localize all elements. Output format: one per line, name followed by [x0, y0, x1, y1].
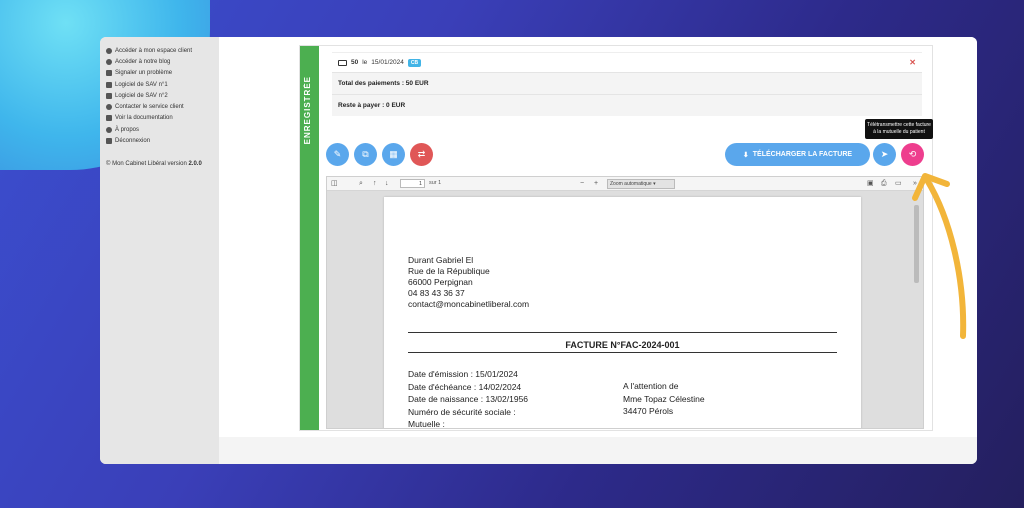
payment-line: 50 le 15/01/2024 CB ✕: [332, 52, 922, 72]
divider: [408, 332, 837, 333]
book-icon: [106, 115, 112, 122]
payment-method-badge: CB: [407, 58, 422, 67]
sidebar-toggle-icon[interactable]: ◫: [331, 179, 338, 188]
edit-button[interactable]: ✎: [326, 143, 349, 166]
sidebar-item-logout[interactable]: Déconnexion: [106, 135, 213, 146]
main-content: ENREGISTRÉE 50 le 15/01/2024 CB ✕ Total …: [219, 37, 977, 437]
invoice-title: FACTURE N°FAC-2024-001: [565, 340, 680, 350]
retweet-icon: ⟲: [908, 149, 917, 159]
bank-icon: ▦: [389, 149, 398, 159]
sidebar: Accéder à mon espace client Accéder à no…: [100, 37, 219, 464]
sidebar-item-about[interactable]: À propos: [106, 124, 213, 135]
sidebar-item-blog[interactable]: Accéder à notre blog: [106, 56, 213, 67]
open-external-button[interactable]: ⧉: [354, 143, 377, 166]
book-icon: [106, 81, 112, 88]
annotation-arrow: [912, 173, 967, 339]
total-paid: Total des paiements : 50 EUR: [332, 72, 922, 94]
transfer-button[interactable]: ⇄: [410, 143, 433, 166]
page-number-input[interactable]: 1: [400, 179, 425, 188]
previous-page-icon[interactable]: ↑: [373, 179, 377, 188]
sidebar-item-contact[interactable]: Contacter le service client: [106, 101, 213, 112]
download-icon: ⬇: [742, 151, 749, 159]
remaining-to-pay: Reste à payer : 0 EUR: [332, 94, 922, 116]
headset-icon: [106, 104, 112, 111]
delete-payment-icon[interactable]: ✕: [909, 58, 916, 67]
user-icon: [106, 47, 112, 54]
status-label: ENREGISTRÉE: [303, 76, 312, 145]
logout-icon: [106, 138, 112, 145]
sidebar-item-sav-2[interactable]: Logiciel de SAV n°2: [106, 90, 213, 101]
bank-button[interactable]: ▦: [382, 143, 405, 166]
info-icon: [106, 126, 112, 133]
teletransmit-tooltip: Télétransmettre cette facture à la mutue…: [865, 119, 933, 139]
external-link-icon: ⧉: [362, 149, 369, 159]
payment-summary: 50 le 15/01/2024 CB ✕ Total des paiement…: [332, 52, 922, 116]
pencil-icon: ✎: [333, 149, 342, 159]
invoice-card: ENREGISTRÉE 50 le 15/01/2024 CB ✕ Total …: [299, 45, 933, 431]
footer-strip: [219, 437, 977, 464]
zoom-in-icon[interactable]: +: [594, 179, 598, 188]
divider: [408, 352, 837, 353]
cash-icon: [338, 59, 347, 66]
exchange-icon: ⇄: [417, 149, 426, 159]
pdf-toolbar: ◫ ⌕ ↑ ↓ 1 sur 1 − + Zoom automatique ▾ ▣…: [327, 177, 923, 191]
pdf-page: Durant Gabriel El Rue de la République 6…: [384, 197, 861, 429]
sender-address: Durant Gabriel El Rue de la République 6…: [408, 255, 530, 309]
sidebar-item-sav-1[interactable]: Logiciel de SAV n°1: [106, 79, 213, 90]
presentation-icon[interactable]: ▣: [867, 179, 874, 188]
zoom-out-icon[interactable]: −: [580, 179, 584, 188]
status-bar: ENREGISTRÉE: [300, 46, 319, 430]
search-icon[interactable]: ⌕: [359, 179, 363, 188]
book-icon: [106, 92, 112, 99]
recipient-address: A l'attention de Mme Topaz Célestine 344…: [623, 381, 705, 416]
invoice-details: Date d'émission : 15/01/2024 Date d'éché…: [408, 369, 529, 429]
folder-icon[interactable]: ▭: [895, 179, 902, 188]
print-icon[interactable]: ⎙: [881, 179, 887, 188]
pdf-viewer: ◫ ⌕ ↑ ↓ 1 sur 1 − + Zoom automatique ▾ ▣…: [326, 176, 924, 429]
app-window: Accéder à mon espace client Accéder à no…: [100, 37, 977, 464]
app-version: © Mon Cabinet Libéral version 2.0.0: [106, 160, 202, 167]
download-invoice-button[interactable]: ⬇ TÉLÉCHARGER LA FACTURE: [725, 143, 870, 166]
sidebar-item-report-problem[interactable]: Signaler un problème: [106, 68, 213, 79]
sidebar-item-client-space[interactable]: Accéder à mon espace client: [106, 45, 213, 56]
zoom-select[interactable]: Zoom automatique ▾: [607, 179, 675, 189]
bug-icon: [106, 70, 112, 77]
teletransmit-button[interactable]: ⟲: [901, 143, 924, 166]
page-count: sur 1: [429, 180, 442, 186]
sidebar-item-documentation[interactable]: Voir la documentation: [106, 113, 213, 124]
next-page-icon[interactable]: ↓: [385, 179, 389, 188]
paper-plane-icon: ➤: [880, 149, 889, 159]
trophy-icon: [106, 58, 112, 65]
send-button[interactable]: ➤: [873, 143, 896, 166]
